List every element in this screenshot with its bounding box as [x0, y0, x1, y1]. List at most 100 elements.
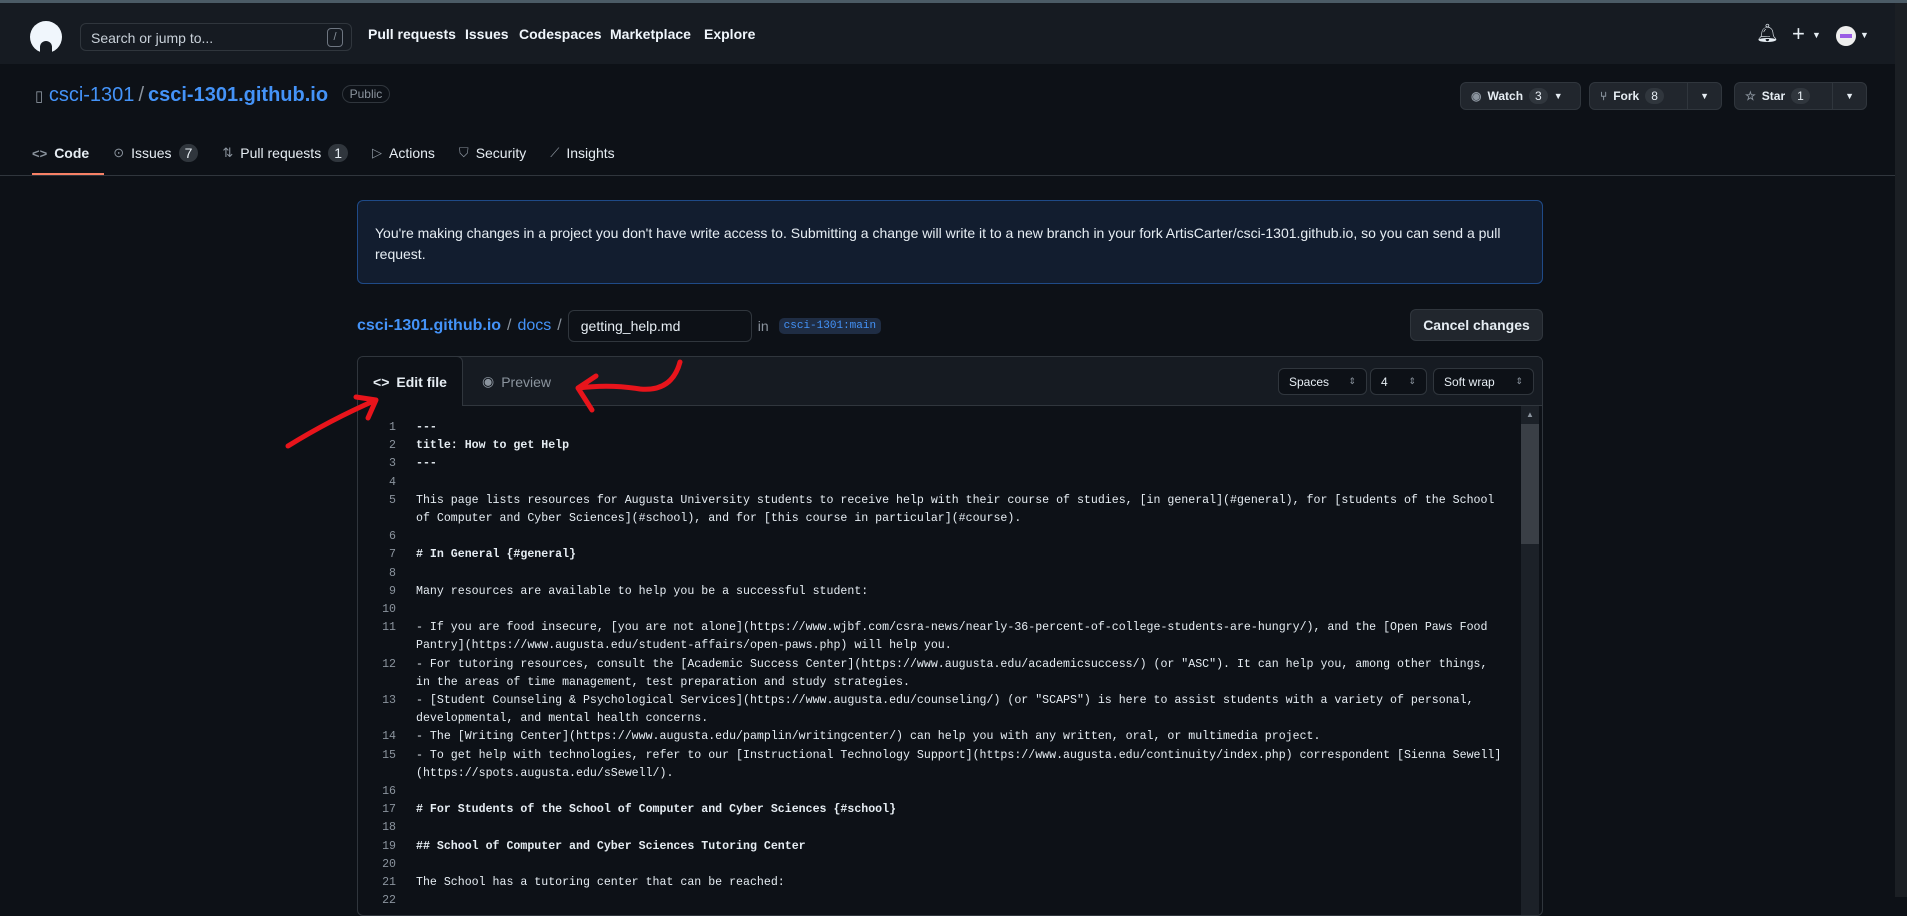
indent-mode-select[interactable]: Spaces ⇕ [1278, 368, 1367, 395]
code-line[interactable]: 7 # In General {#general} [358, 546, 1518, 564]
plus-icon[interactable]: + [1792, 21, 1805, 47]
star-count: 1 [1791, 88, 1810, 104]
search-input[interactable]: Search or jump to... / [80, 23, 352, 51]
line-number: 4 [389, 475, 396, 489]
breadcrumb-root[interactable]: csci-1301.github.io [357, 317, 501, 335]
tab-preview[interactable]: ◉ Preview [482, 357, 551, 406]
code-line[interactable]: 17 # For Students of the School of Comput… [358, 801, 1518, 819]
divider [0, 175, 1895, 176]
nav-codespaces[interactable]: Codespaces [519, 26, 601, 42]
line-text: This page lists resources for Augusta Un… [416, 493, 1502, 526]
tab-issues[interactable]: ⊙ Issues 7 [113, 142, 199, 164]
fork-dropdown[interactable]: ▼ [1687, 83, 1721, 109]
code-line[interactable]: 21 The School has a tutoring center that … [358, 874, 1518, 892]
nav-explore[interactable]: Explore [704, 26, 755, 42]
watch-count: 3 [1529, 88, 1548, 104]
code-line[interactable]: 18 [358, 819, 1518, 837]
github-logo-icon[interactable] [30, 21, 62, 53]
scroll-up-icon[interactable]: ▲ [1521, 407, 1539, 423]
line-number: 19 [382, 839, 396, 853]
chevron-down-icon: ▼ [1553, 91, 1563, 101]
code-line[interactable]: 19 ## School of Computer and Cyber Scienc… [358, 838, 1518, 856]
code-line[interactable]: 12 - For tutoring resources, consult the … [358, 656, 1518, 692]
code-icon: <> [32, 145, 48, 161]
line-number: 21 [382, 876, 396, 890]
code-line[interactable]: 15 - To get help with technologies, refer… [358, 747, 1518, 783]
bell-icon[interactable]: 🔔︎ [1756, 23, 1779, 44]
line-text: title: How to get Help [416, 439, 570, 453]
code-line[interactable]: 20 [358, 856, 1518, 874]
tab-insights[interactable]: ⟋ Insights [550, 142, 614, 164]
code-line[interactable]: 4 [358, 474, 1518, 492]
chevron-down-icon[interactable]: ▼ [1812, 30, 1821, 40]
tab-actions[interactable]: ▷ Actions [372, 142, 435, 164]
eye-icon: ◉ [482, 373, 495, 389]
watch-button[interactable]: ◉ Watch 3 ▼ [1460, 82, 1581, 110]
line-text: - The [Writing Center](https://www.augus… [416, 730, 1321, 744]
line-number: 14 [382, 730, 396, 744]
line-number: 7 [389, 548, 396, 562]
code-line[interactable]: 10 [358, 601, 1518, 619]
line-number: 17 [382, 803, 396, 817]
line-text: # For Students of the School of Computer… [416, 803, 897, 817]
updown-icon: ⇕ [1408, 376, 1416, 386]
code-line[interactable]: 11 - If you are food insecure, [you are n… [358, 619, 1518, 655]
line-number: 9 [389, 584, 396, 598]
code-line[interactable]: 8 [358, 565, 1518, 583]
tab-security[interactable]: ⛉ Security [459, 142, 526, 164]
nav-marketplace[interactable]: Marketplace [610, 26, 691, 42]
breadcrumb-folder[interactable]: docs [518, 317, 552, 335]
line-text: # In General {#general} [416, 548, 577, 562]
nav-issues[interactable]: Issues [465, 26, 509, 42]
line-text [416, 528, 1506, 546]
line-number: 3 [389, 457, 396, 471]
line-number: 13 [382, 694, 396, 708]
filename-input[interactable] [567, 310, 752, 342]
code-line[interactable]: 22 [358, 892, 1518, 910]
cancel-changes-button[interactable]: Cancel changes [1410, 309, 1543, 341]
code-line[interactable]: 2 title: How to get Help [358, 437, 1518, 455]
fork-button[interactable]: ⑂ Fork 8 ▼ [1589, 82, 1722, 110]
line-text [416, 819, 1506, 837]
repo-owner-link[interactable]: csci-1301 [49, 84, 135, 106]
line-text [416, 856, 1506, 874]
tab-pull-requests[interactable]: ⇅ Pull requests 1 [222, 142, 348, 164]
line-number: 10 [382, 603, 396, 617]
code-line[interactable]: 16 [358, 783, 1518, 801]
code-area[interactable]: 1 --- 2 title: How to get Help 3 --- 4 5 This pa… [358, 419, 1518, 910]
indent-size-select[interactable]: 4 ⇕ [1370, 368, 1427, 395]
graph-icon: ⟋ [550, 145, 560, 160]
nav-pull-requests[interactable]: Pull requests [368, 26, 456, 42]
line-text: - [Student Counseling & Psychological Se… [416, 694, 1481, 726]
code-line[interactable]: 9 Many resources are available to help yo… [358, 583, 1518, 601]
branch-badge: csci-1301:main [778, 318, 882, 334]
code-line[interactable]: 3 --- [358, 455, 1518, 473]
repo-name-link[interactable]: csci-1301.github.io [148, 84, 328, 106]
eye-icon: ◉ [1471, 89, 1482, 103]
code-icon: <> [373, 373, 390, 390]
pull-request-icon: ⇅ [222, 145, 234, 160]
line-text: - If you are food insecure, [you are not… [416, 621, 1495, 653]
line-number: 18 [382, 821, 396, 835]
editor-scrollbar-thumb[interactable] [1521, 424, 1539, 544]
line-text: - For tutoring resources, consult the [A… [416, 657, 1495, 689]
avatar[interactable] [1836, 26, 1856, 46]
line-text [416, 601, 1506, 619]
code-line[interactable]: 6 [358, 528, 1518, 546]
code-line[interactable]: 13 - [Student Counseling & Psychological … [358, 692, 1518, 728]
code-line[interactable]: 1 --- [358, 419, 1518, 437]
tab-edit-file[interactable]: <> Edit file [358, 357, 463, 406]
line-text [416, 565, 1506, 583]
star-dropdown[interactable]: ▼ [1832, 83, 1866, 109]
star-button[interactable]: ☆ Star 1 ▼ [1734, 82, 1867, 110]
breadcrumb: csci-1301.github.io / docs / in csci-130… [357, 310, 882, 342]
line-text [416, 783, 1506, 801]
wrap-mode-select[interactable]: Soft wrap ⇕ [1433, 368, 1534, 395]
code-line[interactable]: 14 - The [Writing Center](https://www.aug… [358, 728, 1518, 746]
chevron-down-icon[interactable]: ▼ [1860, 30, 1869, 40]
line-number: 22 [382, 894, 396, 908]
search-shortcut-key: / [327, 28, 343, 47]
code-line[interactable]: 5 This page lists resources for Augusta U… [358, 492, 1518, 528]
window-scrollbar[interactable] [1895, 3, 1907, 897]
tab-code[interactable]: <> Code [32, 142, 89, 164]
